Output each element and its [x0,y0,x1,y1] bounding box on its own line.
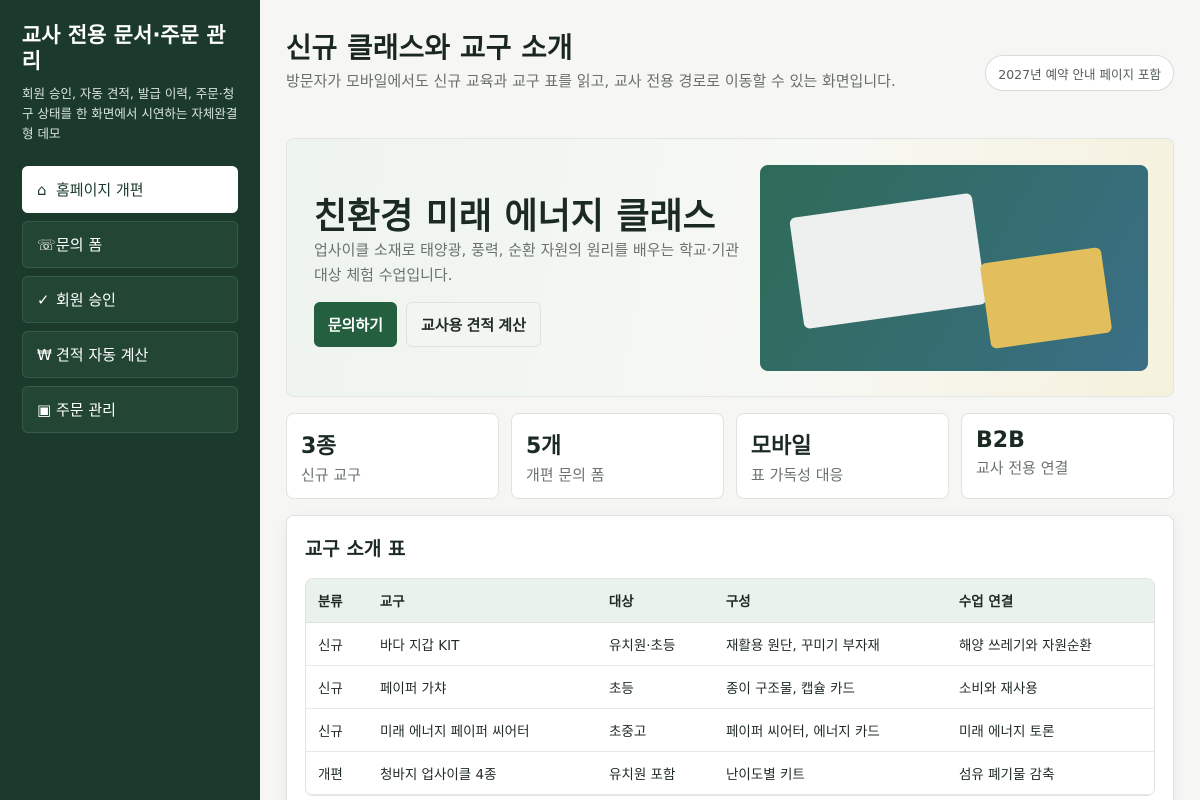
stat-value: 3종 [301,434,337,459]
table-row: 신규 페이퍼 가챠 초등 종이 구조물, 캡슐 카드 소비와 재사용 [306,665,1154,709]
sidebar-item-homepage[interactable]: ⌂ 홈페이지 개편 [22,166,238,213]
box-icon: ▣ [37,400,52,419]
stat-card: 모바일 표 가독성 대응 [736,413,949,499]
table-cell: 페이퍼 씨어터, 에너지 카드 [714,708,947,752]
teacher-quote-button[interactable]: 교사용 견적 계산 [406,302,542,347]
sidebar-title: 교사 전용 문서·주문 관리 [22,23,226,73]
stat-value: 모바일 [751,434,812,459]
column-header: 수업 연결 [947,579,1154,623]
main-content: 신규 클래스와 교구 소개 방문자가 모바일에서도 신규 교육과 교구 표를 읽… [286,0,1174,800]
table-cell: 미래 에너지 페이퍼 씨어터 [368,708,597,752]
stat-label: 신규 교구 [301,466,361,484]
table-cell: 초등 [597,665,714,709]
table-row: 신규 미래 에너지 페이퍼 씨어터 초중고 페이퍼 씨어터, 에너지 카드 미래… [306,708,1154,752]
column-header: 대상 [597,579,714,623]
sidebar-item-inquiry-form[interactable]: ☏ 문의 폼 [22,221,238,268]
phone-icon: ☏ [37,235,56,254]
illustration-white-card [789,192,987,330]
stat-value: 5개 [526,434,562,459]
won-icon: ₩ [37,345,52,364]
table-cell: 초중고 [597,708,714,752]
sidebar-item-label: 회원 승인 [56,291,116,309]
inquiry-button[interactable]: 문의하기 [314,302,398,347]
sidebar-item-order-management[interactable]: ▣ 주문 관리 [22,386,238,433]
reservation-notice-badge: 2027년 예약 안내 페이지 포함 [985,55,1174,91]
stat-label: 개편 문의 폼 [526,466,605,484]
sidebar-description: 회원 승인, 자동 견적, 발급 이력, 주문·청구 상태를 한 화면에서 시연… [22,86,238,141]
stat-value: B2B [976,428,1025,453]
table-cell: 바다 지갑 KIT [368,622,597,666]
materials-table-card: 교구 소개 표 분류 교구 대상 구성 수업 연결 신규 바다 지갑 KIT 유… [286,515,1174,800]
column-header: 분류 [306,579,368,623]
table-cell: 해양 쓰레기와 자원순환 [947,622,1154,666]
illustration-yellow-card [979,246,1113,350]
table-cell: 신규 [306,708,368,752]
sidebar-item-member-approval[interactable]: ✓ 회원 승인 [22,276,238,323]
sidebar-item-label: 홈페이지 개편 [56,181,144,199]
stat-label: 교사 전용 연결 [976,459,1069,477]
stat-card: B2B 교사 전용 연결 [961,413,1174,499]
table-cell: 신규 [306,622,368,666]
hero-banner: 친환경 미래 에너지 클래스 업사이클 소재로 태양광, 풍력, 순환 자원의 … [286,138,1174,397]
materials-table: 분류 교구 대상 구성 수업 연결 신규 바다 지갑 KIT 유치원·초등 재활… [306,579,1154,795]
table-row: 신규 바다 지갑 KIT 유치원·초등 재활용 원단, 꾸미기 부자재 해양 쓰… [306,622,1154,666]
home-icon: ⌂ [37,180,47,199]
stats-row: 3종 신규 교구 5개 개편 문의 폼 모바일 표 가독성 대응 B2B 교사 … [286,413,1174,499]
column-header: 구성 [714,579,947,623]
table-cell: 페이퍼 가챠 [368,665,597,709]
table-cell: 종이 구조물, 캡슐 카드 [714,665,947,709]
sidebar-item-label: 주문 관리 [56,401,116,419]
table-cell: 유치원 포함 [597,751,714,795]
hero-illustration [760,165,1148,371]
table-cell: 난이도별 키트 [714,751,947,795]
table-cell: 미래 에너지 토론 [947,708,1154,752]
sidebar-item-label: 견적 자동 계산 [56,346,149,364]
stat-card: 5개 개편 문의 폼 [511,413,724,499]
table-cell: 신규 [306,665,368,709]
check-icon: ✓ [37,290,50,309]
table-title: 교구 소개 표 [305,538,406,560]
table-cell: 유치원·초등 [597,622,714,666]
sidebar: 교사 전용 문서·주문 관리 회원 승인, 자동 견적, 발급 이력, 주문·청… [0,0,260,800]
table-cell: 청바지 업사이클 4종 [368,751,597,795]
table-cell: 소비와 재사용 [947,665,1154,709]
table-cell: 재활용 원단, 꾸미기 부자재 [714,622,947,666]
hero-description: 업사이클 소재로 태양광, 풍력, 순환 자원의 원리를 배우는 학교·기관 대… [314,241,740,284]
column-header: 교구 [368,579,597,623]
page-title: 신규 클래스와 교구 소개 [286,31,573,64]
table-row: 개편 청바지 업사이클 4종 유치원 포함 난이도별 키트 섬유 폐기물 감축 [306,751,1154,795]
stat-card: 3종 신규 교구 [286,413,499,499]
sidebar-item-label: 문의 폼 [56,236,103,254]
table-cell: 개편 [306,751,368,795]
page-subtitle: 방문자가 모바일에서도 신규 교육과 교구 표를 읽고, 교사 전용 경로로 이… [286,72,896,90]
stat-label: 표 가독성 대응 [751,466,844,484]
table-cell: 섬유 폐기물 감축 [947,751,1154,795]
table-wrapper: 분류 교구 대상 구성 수업 연결 신규 바다 지갑 KIT 유치원·초등 재활… [305,578,1155,796]
hero-title: 친환경 미래 에너지 클래스 [314,196,716,237]
sidebar-item-quote-calculator[interactable]: ₩ 견적 자동 계산 [22,331,238,378]
hero-actions: 문의하기 교사용 견적 계산 [314,302,542,347]
page-header: 신규 클래스와 교구 소개 방문자가 모바일에서도 신규 교육과 교구 표를 읽… [286,0,1174,138]
sidebar-nav: ⌂ 홈페이지 개편 ☏ 문의 폼 ✓ 회원 승인 ₩ 견적 자동 계산 ▣ 주문… [22,166,238,433]
table-header-row: 분류 교구 대상 구성 수업 연결 [306,579,1154,623]
